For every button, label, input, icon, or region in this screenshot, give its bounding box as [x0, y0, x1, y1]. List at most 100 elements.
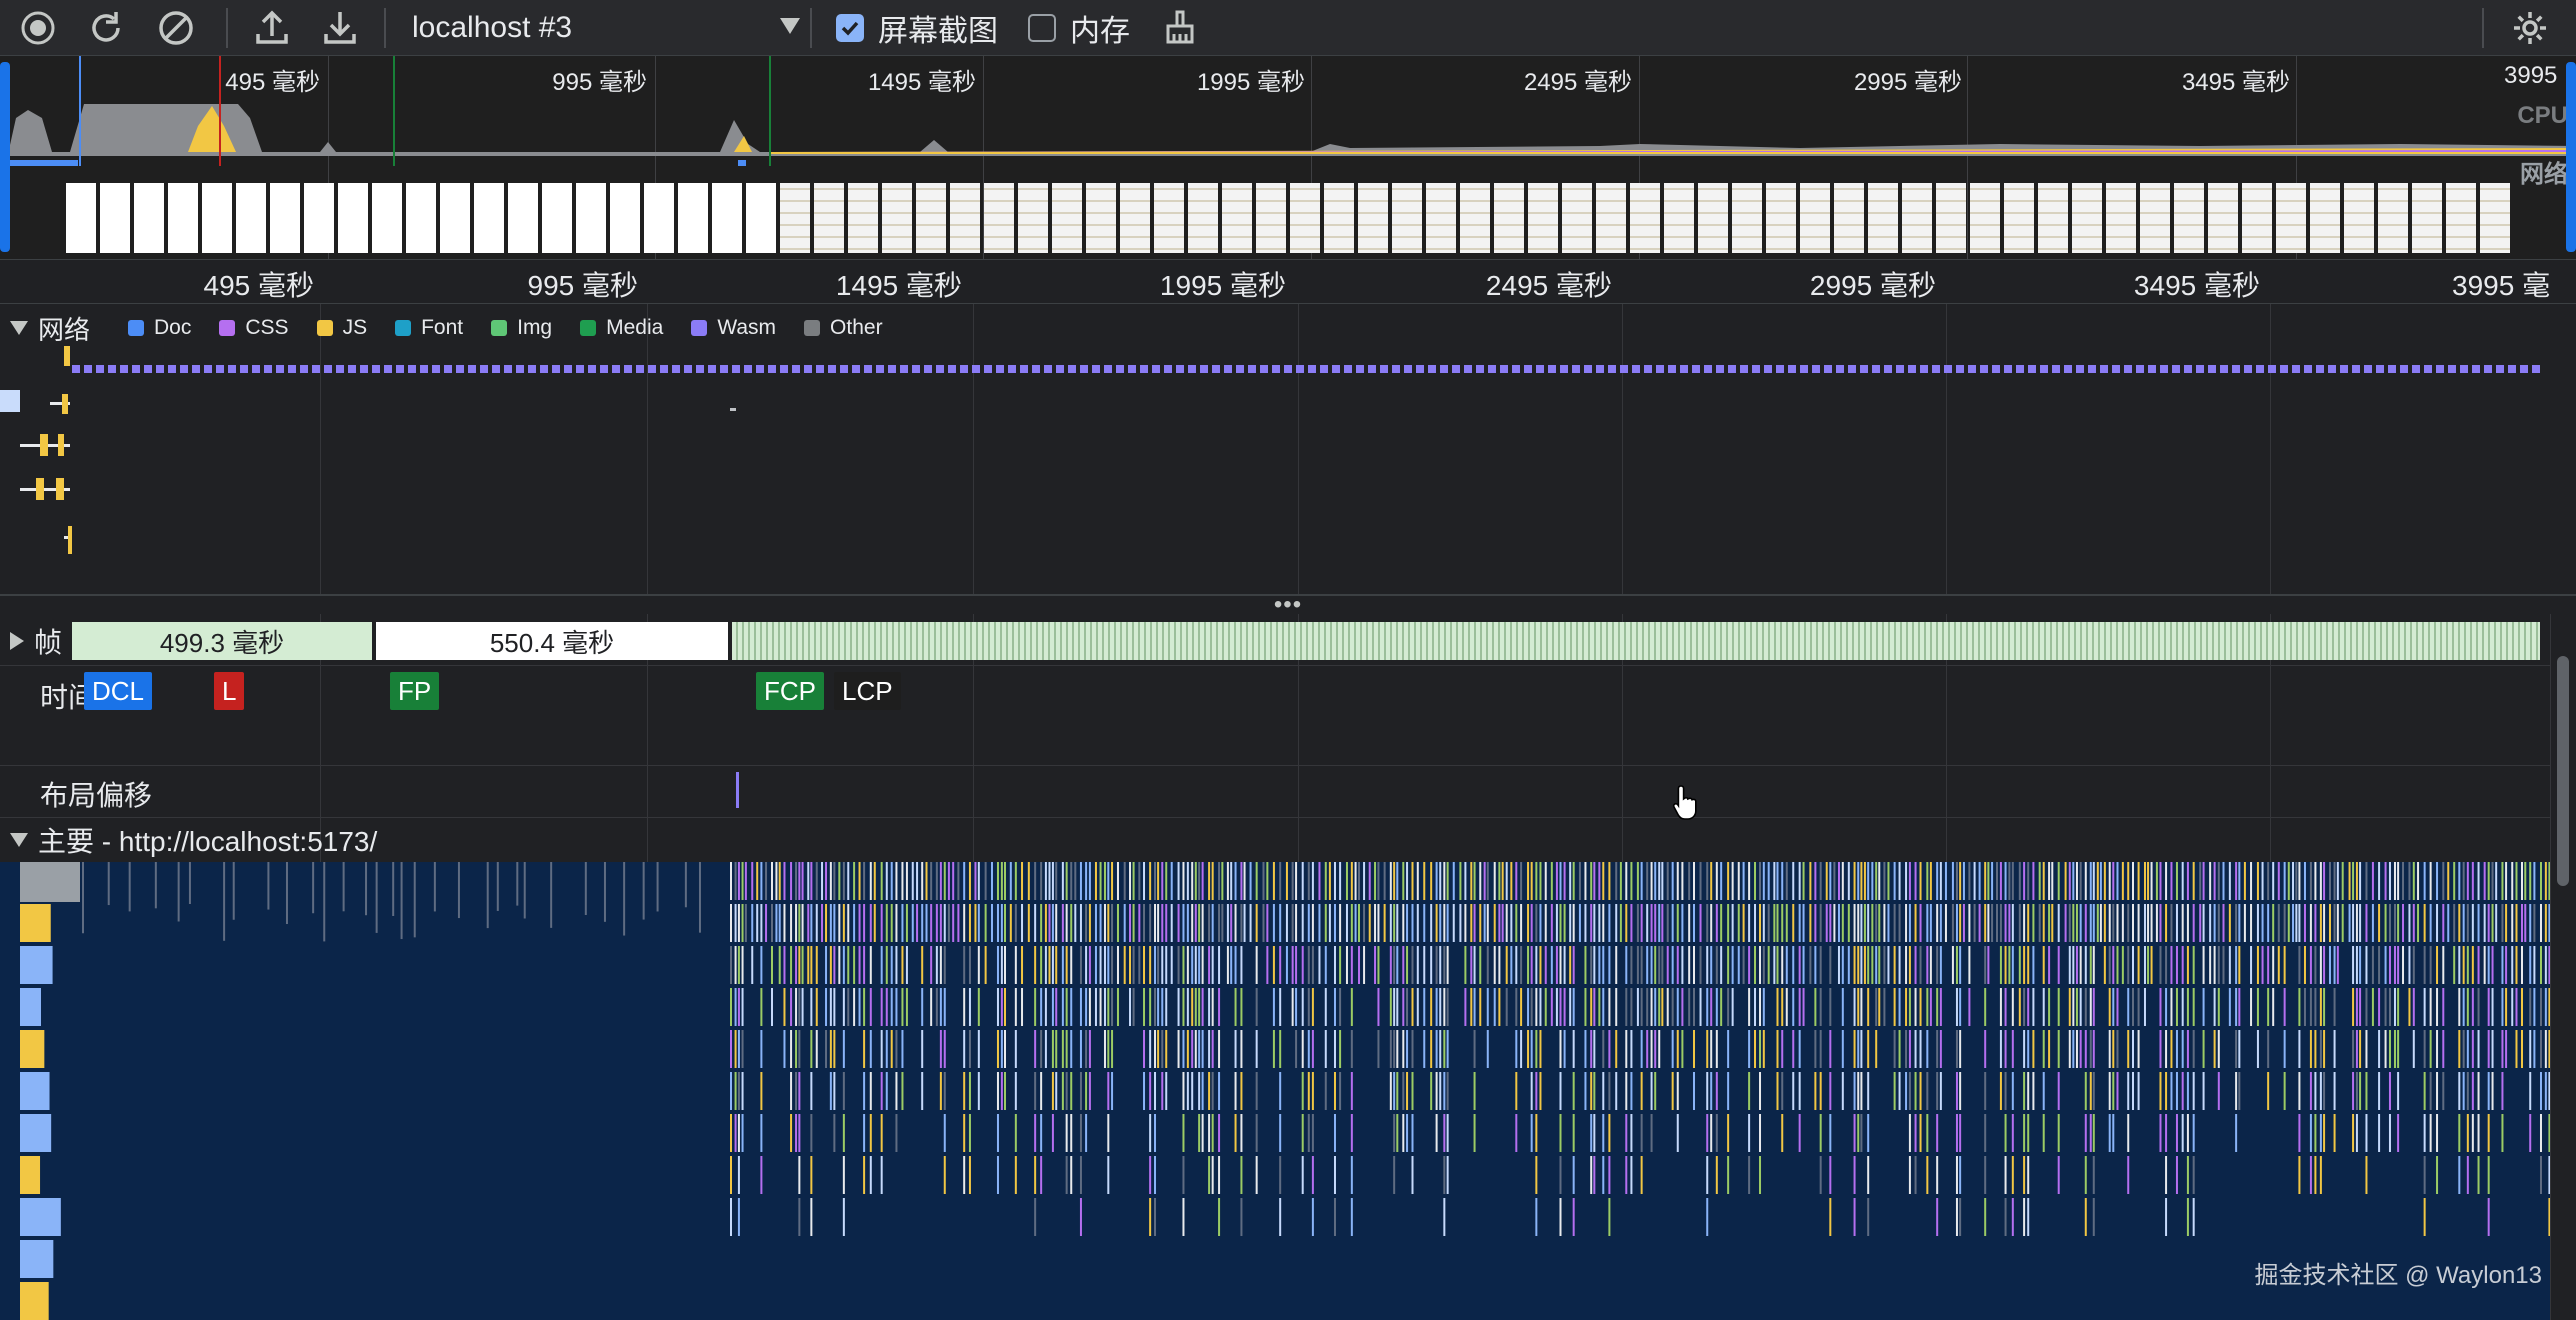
call-frame-bar[interactable]	[1636, 904, 1639, 942]
call-frame-bar[interactable]	[2155, 904, 2158, 942]
call-frame-bar[interactable]	[1198, 1114, 1201, 1152]
call-frame-bar[interactable]	[400, 862, 403, 940]
call-frame-bar[interactable]	[829, 1030, 832, 1068]
call-frame-bar[interactable]	[842, 1198, 845, 1236]
call-frame-bar[interactable]	[873, 904, 876, 942]
call-frame-bar[interactable]	[939, 946, 942, 984]
call-frame-bar[interactable]	[1984, 1156, 1987, 1194]
call-frame-bar[interactable]	[2477, 1114, 2480, 1152]
call-frame-bar[interactable]	[1230, 946, 1233, 984]
call-frame-bar[interactable]	[342, 862, 345, 912]
call-frame-bar[interactable]	[1070, 988, 1073, 1026]
call-frame-bar[interactable]	[895, 1030, 898, 1068]
call-frame-bar[interactable]	[2487, 988, 2490, 1026]
call-frame-bar[interactable]	[1535, 904, 1538, 942]
call-frame-bar[interactable]	[798, 904, 801, 942]
call-frame-bar[interactable]	[916, 904, 919, 942]
call-frame-bar[interactable]	[2181, 1030, 2184, 1068]
call-frame-bar[interactable]	[1814, 1030, 1817, 1068]
capture-settings-button[interactable]	[2508, 6, 2552, 50]
network-request-bar[interactable]	[0, 390, 20, 412]
call-frame-bar[interactable]	[623, 862, 626, 936]
network-track[interactable]: 网络 Doc CSS JS Font Img Media Wasm Other	[0, 304, 2576, 596]
call-frame-bar[interactable]	[943, 1156, 946, 1194]
call-frame-bar[interactable]	[771, 988, 774, 1026]
call-frame-bar[interactable]	[1402, 1030, 1405, 1068]
call-frame-bar[interactable]	[1111, 1030, 1114, 1068]
call-frame-bar[interactable]	[829, 862, 832, 900]
screenshot-thumbnail[interactable]	[1392, 183, 1422, 253]
call-frame-bar[interactable]	[1439, 904, 1442, 942]
screenshot-thumbnail[interactable]	[406, 183, 436, 253]
call-frame-bar[interactable]	[1926, 1114, 1929, 1152]
call-frame-bar[interactable]	[2186, 1198, 2189, 1236]
call-frame-bar[interactable]	[2309, 1030, 2312, 1068]
call-frame-bar[interactable]	[916, 862, 919, 900]
call-frame-bar[interactable]	[1539, 1030, 1542, 1068]
call-frame-bar[interactable]	[1520, 946, 1523, 984]
call-frame-bar[interactable]	[1138, 904, 1141, 942]
call-frame-bar[interactable]	[1860, 946, 1863, 984]
call-frame-bar[interactable]	[2309, 988, 2312, 1026]
call-frame-bar[interactable]	[1688, 904, 1691, 942]
call-frame-bar[interactable]	[1710, 1030, 1713, 1068]
call-frame-bar[interactable]	[1569, 946, 1572, 984]
call-frame-bar[interactable]	[1602, 904, 1605, 942]
call-frame-bar[interactable]	[1070, 904, 1073, 942]
call-frame-bar[interactable]	[2222, 862, 2225, 900]
call-frame-bar[interactable]	[1498, 988, 1501, 1026]
network-request-bar[interactable]	[68, 526, 72, 554]
call-frame-bar[interactable]	[984, 862, 987, 900]
call-frame-bar[interactable]	[1149, 1072, 1152, 1110]
call-frame-bar[interactable]	[1727, 862, 1730, 900]
call-frame-bar[interactable]	[2287, 862, 2290, 900]
call-frame-bar[interactable]	[2501, 1072, 2504, 1110]
call-frame-bar[interactable]	[2423, 1114, 2426, 1152]
call-frame-bar[interactable]	[1318, 946, 1321, 984]
call-frame-bar[interactable]	[1563, 988, 1566, 1026]
call-frame-bar[interactable]	[911, 904, 914, 942]
call-frame-bar[interactable]	[1350, 988, 1353, 1026]
call-frame-bar[interactable]	[2116, 1072, 2119, 1110]
call-frame-bar[interactable]	[1266, 904, 1269, 942]
call-frame-bar[interactable]	[1847, 862, 1850, 900]
call-frame-bar[interactable]	[1819, 862, 1822, 900]
call-frame-bar[interactable]	[1936, 904, 1939, 942]
call-frame-bar[interactable]	[1402, 1114, 1405, 1152]
call-frame-bar[interactable]	[1416, 946, 1419, 984]
call-frame-bar[interactable]	[1785, 862, 1788, 900]
call-frame-bar[interactable]	[2471, 1114, 2474, 1152]
call-frame-bar[interactable]	[2112, 988, 2115, 1026]
call-frame-bar[interactable]	[1715, 862, 1718, 900]
call-frame-bar[interactable]	[1640, 1114, 1643, 1152]
call-frame-bar[interactable]	[1154, 904, 1157, 942]
call-frame-bar[interactable]	[2267, 988, 2270, 1026]
call-frame-bar[interactable]	[1177, 1030, 1180, 1068]
call-frame-bar[interactable]	[2165, 1156, 2168, 1194]
call-frame-bar[interactable]	[1226, 862, 1229, 900]
call-frame-bar[interactable]	[921, 862, 924, 900]
call-frame-bar[interactable]	[1973, 904, 1976, 942]
call-frame-bar[interactable]	[2423, 1072, 2426, 1110]
call-frame-bar[interactable]	[996, 862, 999, 900]
call-frame-bar[interactable]	[1914, 1030, 1917, 1068]
call-frame-bar[interactable]	[825, 862, 828, 900]
call-frame-bar[interactable]	[2388, 862, 2391, 900]
call-frame-bar[interactable]	[2348, 904, 2351, 942]
call-frame-bar[interactable]	[2429, 904, 2432, 942]
call-frame-bar[interactable]	[1044, 946, 1047, 984]
call-frame-bar[interactable]	[1798, 904, 1801, 942]
call-frame-bar[interactable]	[1878, 862, 1881, 900]
call-frame-bar[interactable]	[2423, 904, 2426, 942]
call-frame-bar[interactable]	[2143, 988, 2146, 1026]
call-frame-bar[interactable]	[2228, 904, 2231, 942]
call-frame-bar[interactable]	[1563, 862, 1566, 900]
call-frame-bar[interactable]	[1602, 1030, 1605, 1068]
call-frame-bar[interactable]	[863, 1030, 866, 1068]
screenshot-thumbnail[interactable]	[542, 183, 572, 253]
frames-track-header[interactable]: 帧	[10, 624, 71, 658]
call-frame-bar[interactable]	[1773, 904, 1776, 942]
call-frame-bar[interactable]	[1841, 1030, 1844, 1068]
call-frame-bar[interactable]	[1640, 1072, 1643, 1110]
call-frame-bar[interactable]	[1040, 1114, 1043, 1152]
